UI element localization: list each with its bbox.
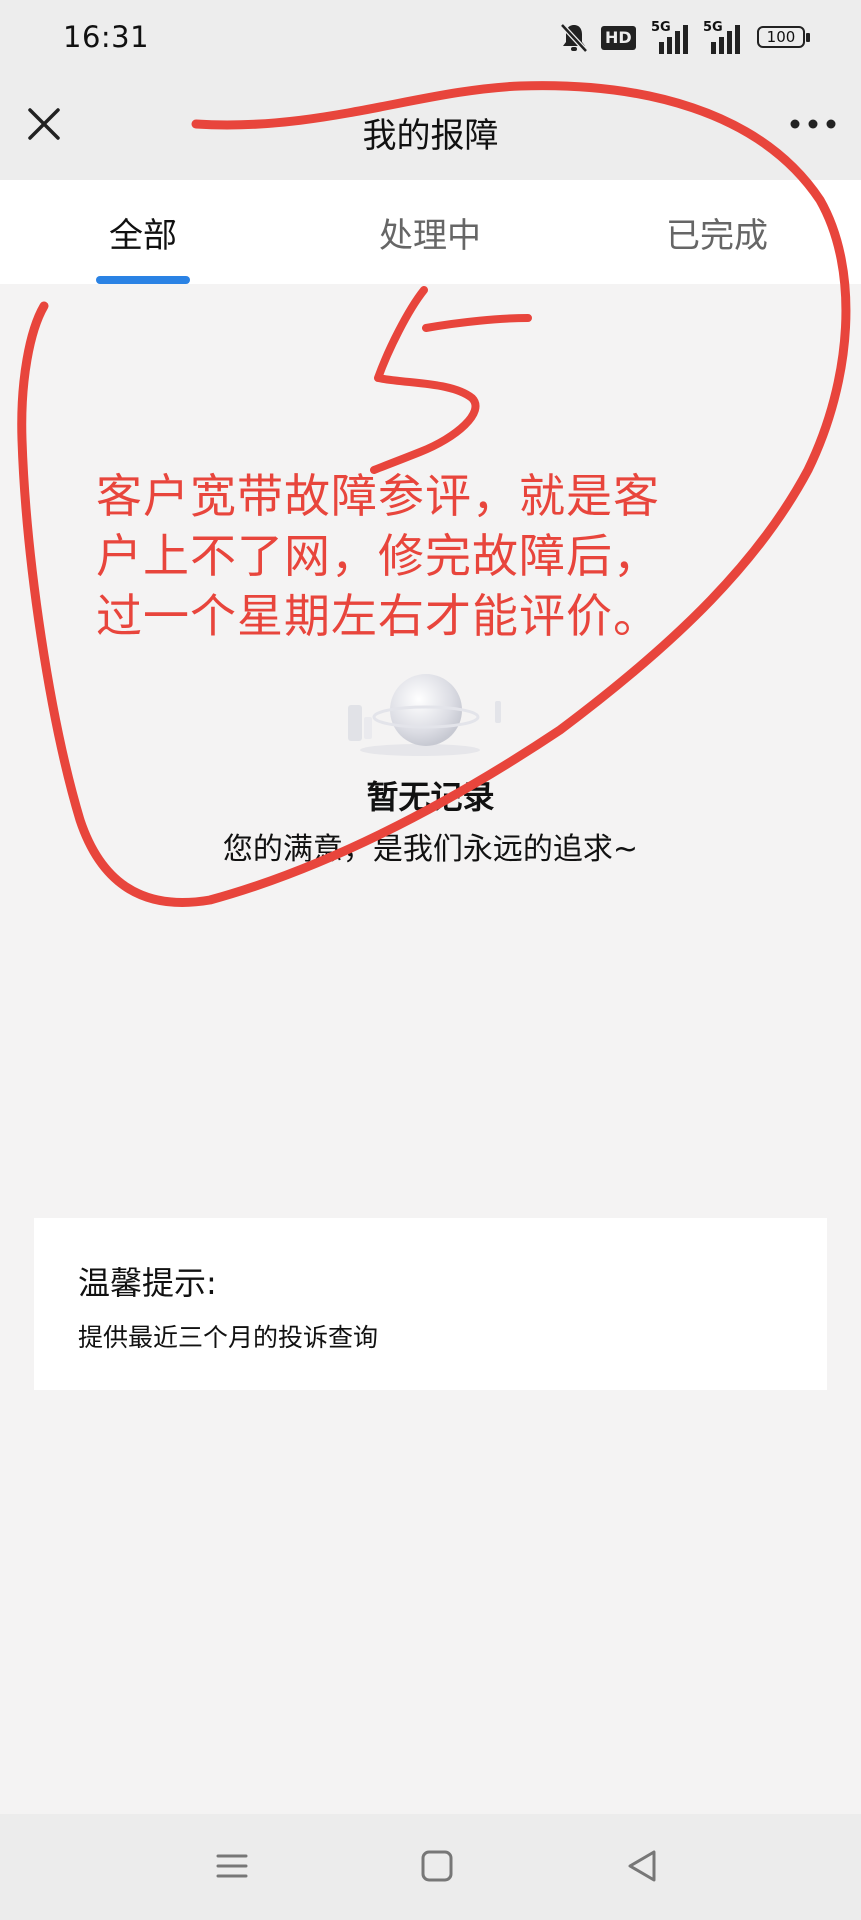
status-bar: 16:31 HD 5G 5G 100 [0,0,861,78]
tip-title: 温馨提示: [78,1264,217,1302]
page-title: 我的报障 [362,116,499,156]
tab-bar: 全部 处理中 已完成 [0,180,861,284]
annotation-text: 客户宽带故障参评，就是客 户上不了网，修完故障后， 过一个星期左右才能评价。 [96,466,736,646]
menu-icon [216,1854,248,1878]
title-bar: 我的报障 [0,78,861,180]
annotation-line: 客户宽带故障参评，就是客 [96,469,660,523]
annotation-line: 户上不了网，修完故障后， [96,529,660,583]
back-button[interactable] [620,1844,664,1888]
signal-5g-icon: 5G [703,20,745,56]
mute-bell-icon [560,23,588,53]
empty-state-subtitle: 您的满意，是我们永远的追求~ [222,832,639,867]
active-tab-indicator [96,276,190,284]
empty-state-illustration [348,674,501,756]
battery-icon: 100 [757,26,813,50]
back-triangle-icon [628,1850,656,1882]
empty-state-title: 暂无记录 [366,778,495,816]
tab-completed[interactable]: 已完成 [617,208,817,257]
home-button[interactable] [415,1844,459,1888]
signal-5g-icon: 5G [651,20,693,56]
tab-all[interactable]: 全部 [43,208,243,257]
tip-text: 提供最近三个月的投诉查询 [78,1323,379,1352]
hd-icon: HD [601,26,636,50]
menu-button[interactable] [210,1844,254,1888]
annotation-line: 过一个星期左右才能评价。 [96,589,660,643]
status-icons: HD 5G 5G 100 [559,20,819,56]
more-button[interactable] [787,108,839,140]
tab-processing[interactable]: 处理中 [330,208,530,257]
annotation-scribble [17,81,851,907]
system-nav-bar [0,1814,861,1920]
more-dots-icon [790,119,836,129]
home-square-icon [421,1850,453,1882]
status-time: 16:31 [63,20,150,54]
tip-card: 温馨提示: 提供最近三个月的投诉查询 [34,1218,827,1390]
